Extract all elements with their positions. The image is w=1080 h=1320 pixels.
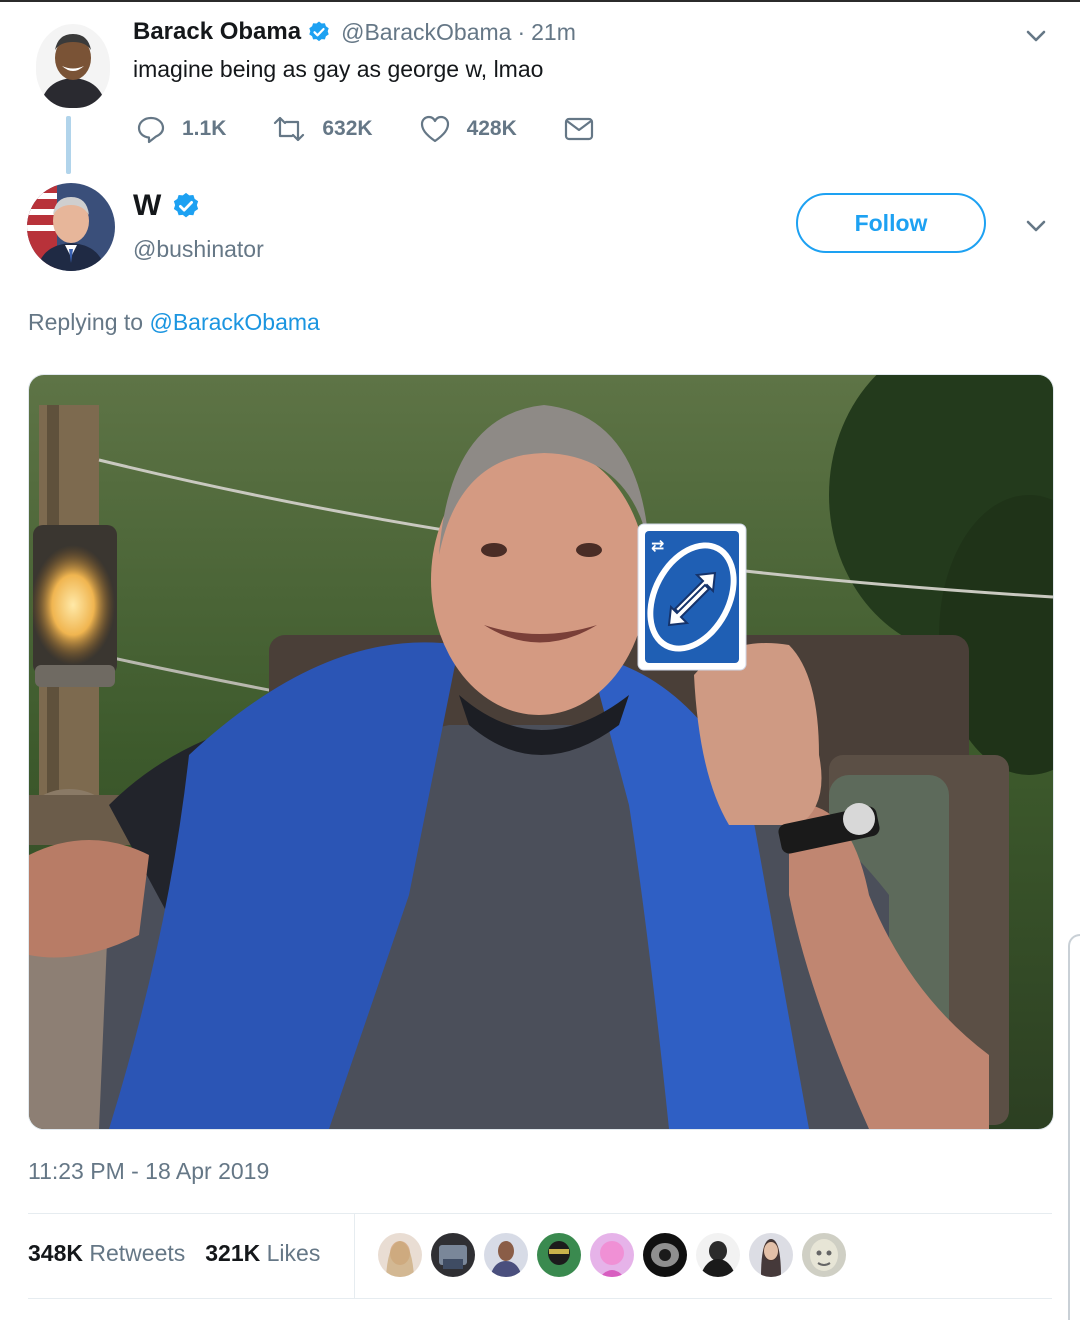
like-count: 428K: [466, 117, 517, 140]
engagement-stats: 348K Retweets 321K Likes: [28, 1240, 340, 1267]
liker-avatar[interactable]: [431, 1233, 475, 1277]
uno-reverse-card: ⇄: [637, 523, 747, 671]
replying-to: Replying to @BarackObama: [28, 309, 320, 336]
liker-avatar[interactable]: [537, 1233, 581, 1277]
liker-avatar[interactable]: [802, 1233, 846, 1277]
verified-badge-icon: [309, 21, 329, 42]
liker-avatar[interactable]: [378, 1233, 422, 1277]
retweet-icon: [274, 116, 305, 142]
follow-button[interactable]: Follow: [796, 193, 986, 253]
retweets-count: 348K: [28, 1240, 83, 1266]
replying-to-link[interactable]: @BarackObama: [149, 309, 319, 335]
liker-avatar[interactable]: [643, 1233, 687, 1277]
reply-count: 1.1K: [182, 117, 227, 140]
likes-label: Likes: [266, 1240, 321, 1266]
original-tweet-header: Barack Obama @BarackObama · 21m: [133, 18, 576, 46]
replying-prefix: Replying to: [28, 309, 144, 335]
tweet-photo[interactable]: ⇄: [28, 374, 1054, 1130]
liker-avatar[interactable]: [590, 1233, 634, 1277]
svg-text:⇄: ⇄: [651, 536, 664, 555]
message-action[interactable]: [563, 115, 611, 143]
bush-avatar[interactable]: [27, 183, 115, 271]
tweet-actions: 1.1K 632K 428K: [136, 114, 657, 144]
likes-count: 321K: [205, 1240, 261, 1266]
liker-avatar[interactable]: [696, 1233, 740, 1277]
reply-icon: [137, 116, 165, 144]
like-heart-icon: [420, 115, 449, 143]
verified-badge-icon: [174, 192, 199, 218]
reply-action[interactable]: 1.1K: [136, 114, 226, 144]
stats-separator: [354, 1214, 355, 1298]
retweets-label: Retweets: [89, 1240, 186, 1266]
retweet-count: 632K: [322, 117, 373, 140]
divider-top: [28, 1213, 1052, 1214]
chevron-down-icon[interactable]: [1022, 22, 1050, 50]
separator-dot: ·: [517, 18, 526, 45]
original-tweet-text: imagine being as gay as george w, lmao: [133, 56, 544, 82]
liker-avatar[interactable]: [484, 1233, 528, 1277]
reply-timestamp[interactable]: 11:23 PM - 18 Apr 2019: [28, 1158, 269, 1185]
liker-avatar[interactable]: [749, 1233, 793, 1277]
top-border: [0, 0, 1080, 2]
likes-stat[interactable]: 321K Likes: [205, 1240, 320, 1267]
thread-connector: [66, 116, 71, 174]
obama-handle[interactable]: @BarackObama: [341, 19, 511, 46]
divider-bottom: [28, 1298, 1052, 1299]
bush-handle[interactable]: @bushinator: [133, 236, 264, 263]
like-action[interactable]: 428K: [419, 114, 517, 144]
tweet-age[interactable]: 21m: [531, 19, 576, 46]
bush-name[interactable]: W: [133, 189, 161, 223]
message-icon: [564, 117, 593, 141]
liker-avatars: [378, 1233, 855, 1277]
reply-author-row: W: [133, 189, 201, 223]
obama-name[interactable]: Barack Obama: [133, 18, 301, 46]
obama-avatar[interactable]: [36, 24, 110, 108]
retweets-stat[interactable]: 348K Retweets: [28, 1240, 185, 1267]
chevron-down-icon[interactable]: [1022, 212, 1050, 240]
reply-handle-row: @bushinator: [133, 236, 264, 263]
retweet-action[interactable]: 632K: [272, 114, 373, 144]
scroll-edge: [1068, 934, 1080, 1320]
